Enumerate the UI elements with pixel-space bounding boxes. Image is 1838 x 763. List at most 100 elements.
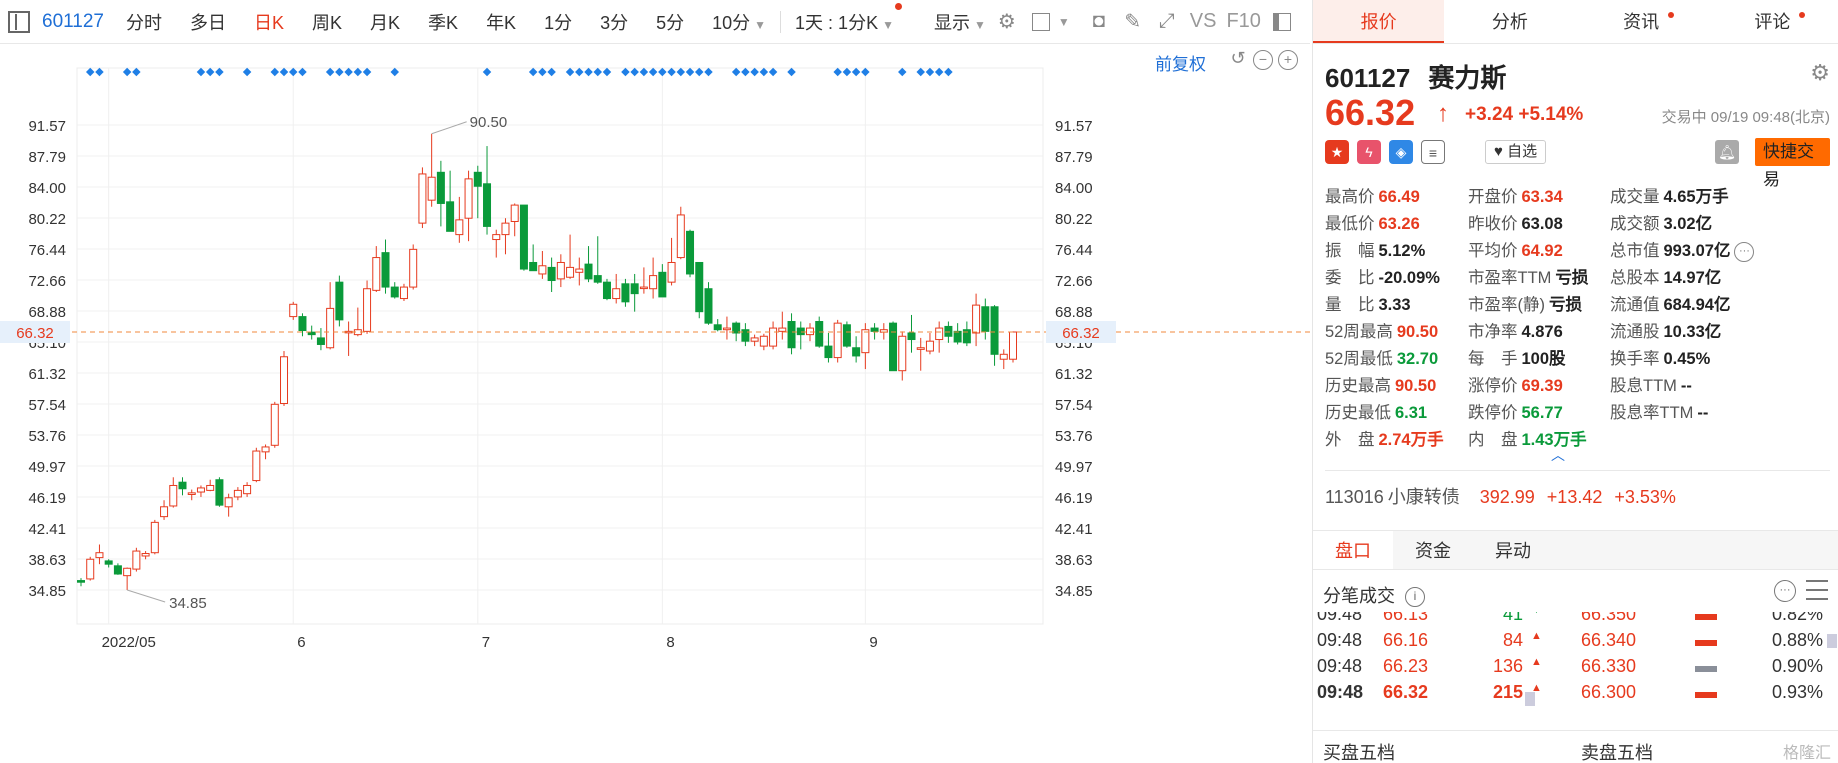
signal-marker [676, 67, 686, 77]
tag-icon[interactable]: ◈ [1389, 140, 1413, 164]
candle-body [769, 327, 778, 347]
tick-list[interactable]: 09:48 66.13 41 ▼ 66.350 0.82% 09:48 66.16 84 ▲ 66.… [1313, 612, 1838, 722]
y-tick-label-right: 68.88 [1055, 304, 1093, 321]
tab-quote[interactable]: 报价 [1313, 0, 1445, 43]
tab-weekly-k[interactable]: 周K [312, 9, 342, 35]
cb-change: +13.42 [1546, 487, 1603, 507]
candle-body [289, 303, 298, 318]
price-tag-left-label: 66.32 [16, 325, 54, 342]
signal-marker [528, 67, 538, 77]
more-icon[interactable]: ··· [1734, 241, 1755, 262]
candle-body [418, 173, 427, 224]
quote-value: 3.33 [1378, 296, 1411, 314]
list-view-icon[interactable] [1806, 580, 1828, 600]
quote-label: 开盘价 [1468, 188, 1518, 206]
signal-marker [916, 67, 925, 77]
tab-monthly-k[interactable]: 月K [370, 9, 400, 35]
note-icon[interactable]: ≡ [1421, 140, 1445, 164]
chevron-down-icon: ▼ [882, 17, 894, 32]
quote-value: 亏损 [1555, 269, 1589, 287]
candle-body [473, 171, 482, 187]
signal-marker [685, 67, 695, 77]
tab-yearly-k[interactable]: 年K [486, 9, 516, 35]
tab-unusual[interactable]: 异动 [1473, 531, 1553, 569]
bell-icon[interactable]: 🔔︎ [1715, 140, 1739, 164]
quick-trade-button[interactable]: 快捷交易 [1755, 138, 1830, 189]
draw-pen-icon[interactable]: ✎ [1122, 11, 1144, 33]
candle-body [215, 479, 224, 506]
f10-button[interactable]: F10 [1226, 10, 1260, 33]
quote-label: 流通值 [1610, 296, 1660, 314]
tab-1min[interactable]: 1分 [544, 9, 572, 35]
tick-volume: 84 [1502, 630, 1523, 650]
tab-5min[interactable]: 5分 [656, 9, 684, 35]
quote-label: 流通股 [1610, 323, 1660, 341]
checkbox-icon[interactable] [1030, 11, 1052, 33]
candle-body [160, 506, 169, 518]
display-select[interactable]: 显示 ▼ [934, 9, 986, 35]
quote-cell: 量 比 3.33 [1325, 291, 1411, 315]
signal-marker [575, 67, 584, 77]
toolbar-stock-code[interactable]: 601127 [42, 11, 104, 33]
candle-body [455, 219, 464, 236]
tab-3min[interactable]: 3分 [600, 9, 628, 35]
tab-10min[interactable]: 10分 ▼ [712, 9, 766, 35]
quote-row: 历史最高 90.50 涨停价 69.39 股息TTM -- [1325, 372, 1835, 399]
camera-icon[interactable]: ◘ [1088, 10, 1110, 33]
tab-quarterly-k[interactable]: 季K [428, 9, 458, 35]
candle-body [381, 252, 390, 288]
tick-price: 66.13 [1383, 612, 1429, 624]
signal-marker [648, 67, 658, 77]
signal-marker [695, 67, 704, 77]
sidebar-toggle-icon[interactable] [8, 10, 30, 33]
gear-icon[interactable]: ⚙ [1810, 60, 1830, 86]
add-watchlist-button[interactable]: ♥ 自选 [1485, 140, 1547, 164]
tab-multiday[interactable]: 多日 [190, 9, 226, 35]
tick-volume: 41 [1502, 612, 1523, 624]
tab-analysis[interactable]: 分析 [1444, 0, 1575, 43]
sell-depth-label[interactable]: 卖盘五档 [1581, 739, 1653, 763]
tab-comments[interactable]: 评论 [1707, 0, 1838, 43]
tab-daily-k[interactable]: 日K [254, 9, 284, 35]
tab-news[interactable]: 资讯 [1576, 0, 1707, 43]
more-icon[interactable]: ··· [1774, 580, 1796, 602]
candle-body [243, 484, 252, 495]
quote-value: 90.50 [1395, 377, 1437, 395]
tab-intraday[interactable]: 分时 [126, 9, 162, 35]
tab-order-book[interactable]: 盘口 [1313, 531, 1393, 569]
quote-cell: 52周最高 90.50 [1325, 318, 1438, 342]
arrow-up-icon: ▲ [1531, 682, 1542, 694]
quote-label: 最高价 [1325, 188, 1375, 206]
buy-depth-label[interactable]: 买盘五档 [1323, 739, 1395, 763]
candlestick-chart[interactable]: 90.50 34.85 91.57 91.57 87.79 87.79 84.00 84.0… [0, 44, 1310, 763]
settings-icon[interactable]: ⚙ [996, 11, 1018, 33]
quote-value: 32.70 [1396, 350, 1439, 368]
chevron-down-icon[interactable]: ▼ [1058, 15, 1070, 29]
quote-value: 4.65万手 [1663, 188, 1729, 206]
candle-body [602, 281, 611, 300]
quote-cell: 历史最低 6.31 [1325, 399, 1427, 423]
candle-body [169, 484, 178, 507]
signal-marker [353, 67, 363, 77]
lightning-icon[interactable]: ϟ [1357, 140, 1381, 164]
quote-label: 昨收价 [1468, 215, 1518, 233]
tab-fund-flow[interactable]: 资金 [1393, 531, 1473, 569]
quote-row: 最高价 66.49 开盘价 63.34 成交量 4.65万手 [1325, 183, 1835, 210]
candle-body [870, 327, 879, 332]
range-select[interactable]: 1天 : 1分K ▼ [795, 2, 902, 35]
max-price-label: 90.50 [470, 114, 508, 131]
quote-label: 股息率TTM [1610, 404, 1694, 422]
signal-marker [639, 67, 649, 77]
info-icon[interactable]: i [1405, 587, 1425, 608]
candle-body [113, 565, 122, 575]
quote-value: 63.34 [1521, 188, 1563, 206]
candle-body [519, 204, 528, 270]
collapse-chevron-icon[interactable]: ︿ [1551, 445, 1565, 465]
panel-toggle-icon[interactable] [1271, 11, 1293, 33]
signal-marker [667, 67, 676, 77]
candle-body [972, 304, 981, 334]
convertible-bond-row[interactable]: 113016 小康转债 392.99 +13.42 +3.53% [1325, 470, 1830, 509]
y-tick-label-right: 38.63 [1055, 552, 1093, 569]
compare-button[interactable]: VS [1190, 10, 1217, 33]
fullscreen-icon[interactable]: ⤢ [1156, 10, 1178, 33]
